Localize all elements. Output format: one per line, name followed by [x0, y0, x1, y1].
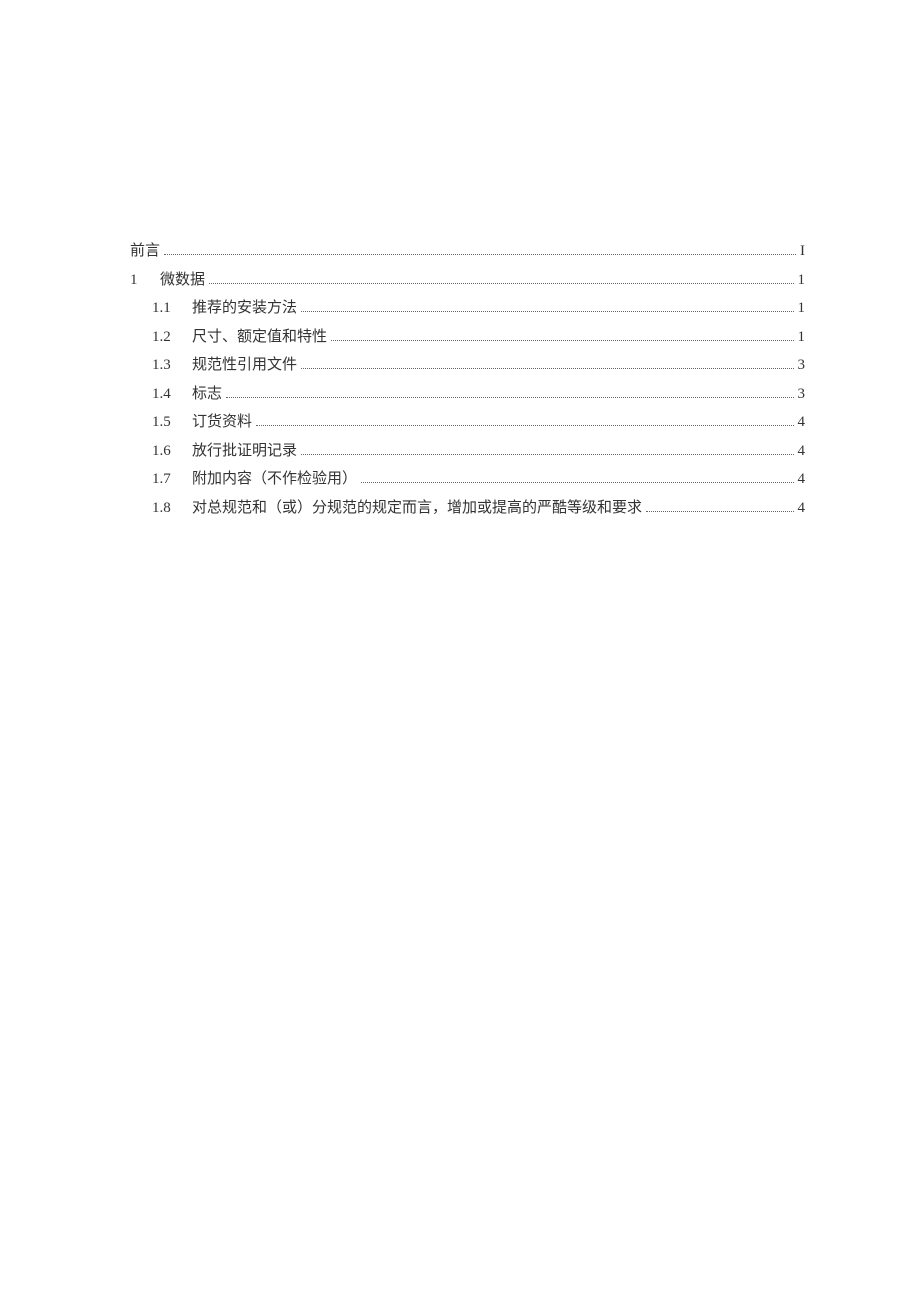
toc-entry: 1.8 对总规范和（或）分规范的规定而言，增加或提高的严酷等级和要求 4 — [130, 497, 805, 520]
toc-number: 1.4 — [152, 383, 192, 406]
toc-number: 1.6 — [152, 440, 192, 463]
toc-dots — [209, 283, 793, 284]
toc-entry: 1.1 推荐的安装方法 1 — [130, 297, 805, 320]
toc-title: 附加内容（不作检验用） — [192, 468, 357, 491]
toc-dots — [256, 425, 793, 426]
toc-title: 订货资料 — [192, 411, 252, 434]
toc-entry: 1.7 附加内容（不作检验用） 4 — [130, 468, 805, 491]
toc-dots — [301, 454, 793, 455]
document-page: 前言 I 1 微数据 1 1.1 推荐的安装方法 1 1.2 尺寸、额定值和特性… — [0, 0, 920, 519]
toc-entry: 1 微数据 1 — [130, 269, 805, 292]
toc-number: 1 — [130, 269, 160, 292]
toc-dots — [331, 340, 793, 341]
toc-title: 推荐的安装方法 — [192, 297, 297, 320]
toc-page: 4 — [798, 411, 806, 434]
table-of-contents: 前言 I 1 微数据 1 1.1 推荐的安装方法 1 1.2 尺寸、额定值和特性… — [130, 240, 805, 519]
toc-page: 1 — [798, 269, 806, 292]
toc-page: 1 — [798, 326, 806, 349]
toc-title: 尺寸、额定值和特性 — [192, 326, 327, 349]
toc-entry: 1.3 规范性引用文件 3 — [130, 354, 805, 377]
toc-entry: 前言 I — [130, 240, 805, 263]
toc-page: 3 — [798, 383, 806, 406]
toc-entry: 1.5 订货资料 4 — [130, 411, 805, 434]
toc-entry: 1.2 尺寸、额定值和特性 1 — [130, 326, 805, 349]
toc-dots — [226, 397, 793, 398]
toc-page: 4 — [798, 440, 806, 463]
toc-title: 对总规范和（或）分规范的规定而言，增加或提高的严酷等级和要求 — [192, 497, 642, 520]
toc-title: 微数据 — [160, 269, 205, 292]
toc-number: 1.7 — [152, 468, 192, 491]
toc-page: 1 — [798, 297, 806, 320]
toc-title: 标志 — [192, 383, 222, 406]
toc-dots — [301, 311, 793, 312]
toc-page: 4 — [798, 468, 806, 491]
toc-number: 1.5 — [152, 411, 192, 434]
toc-number: 1.2 — [152, 326, 192, 349]
toc-entry: 1.4 标志 3 — [130, 383, 805, 406]
toc-number: 1.1 — [152, 297, 192, 320]
toc-entry: 1.6 放行批证明记录 4 — [130, 440, 805, 463]
toc-title: 规范性引用文件 — [192, 354, 297, 377]
toc-dots — [361, 482, 793, 483]
toc-dots — [164, 254, 796, 255]
toc-number: 1.3 — [152, 354, 192, 377]
toc-dots — [646, 511, 793, 512]
toc-page: I — [800, 240, 805, 263]
toc-title: 前言 — [130, 240, 160, 263]
toc-page: 4 — [798, 497, 806, 520]
toc-number: 1.8 — [152, 497, 192, 520]
toc-dots — [301, 368, 793, 369]
toc-page: 3 — [798, 354, 806, 377]
toc-title: 放行批证明记录 — [192, 440, 297, 463]
